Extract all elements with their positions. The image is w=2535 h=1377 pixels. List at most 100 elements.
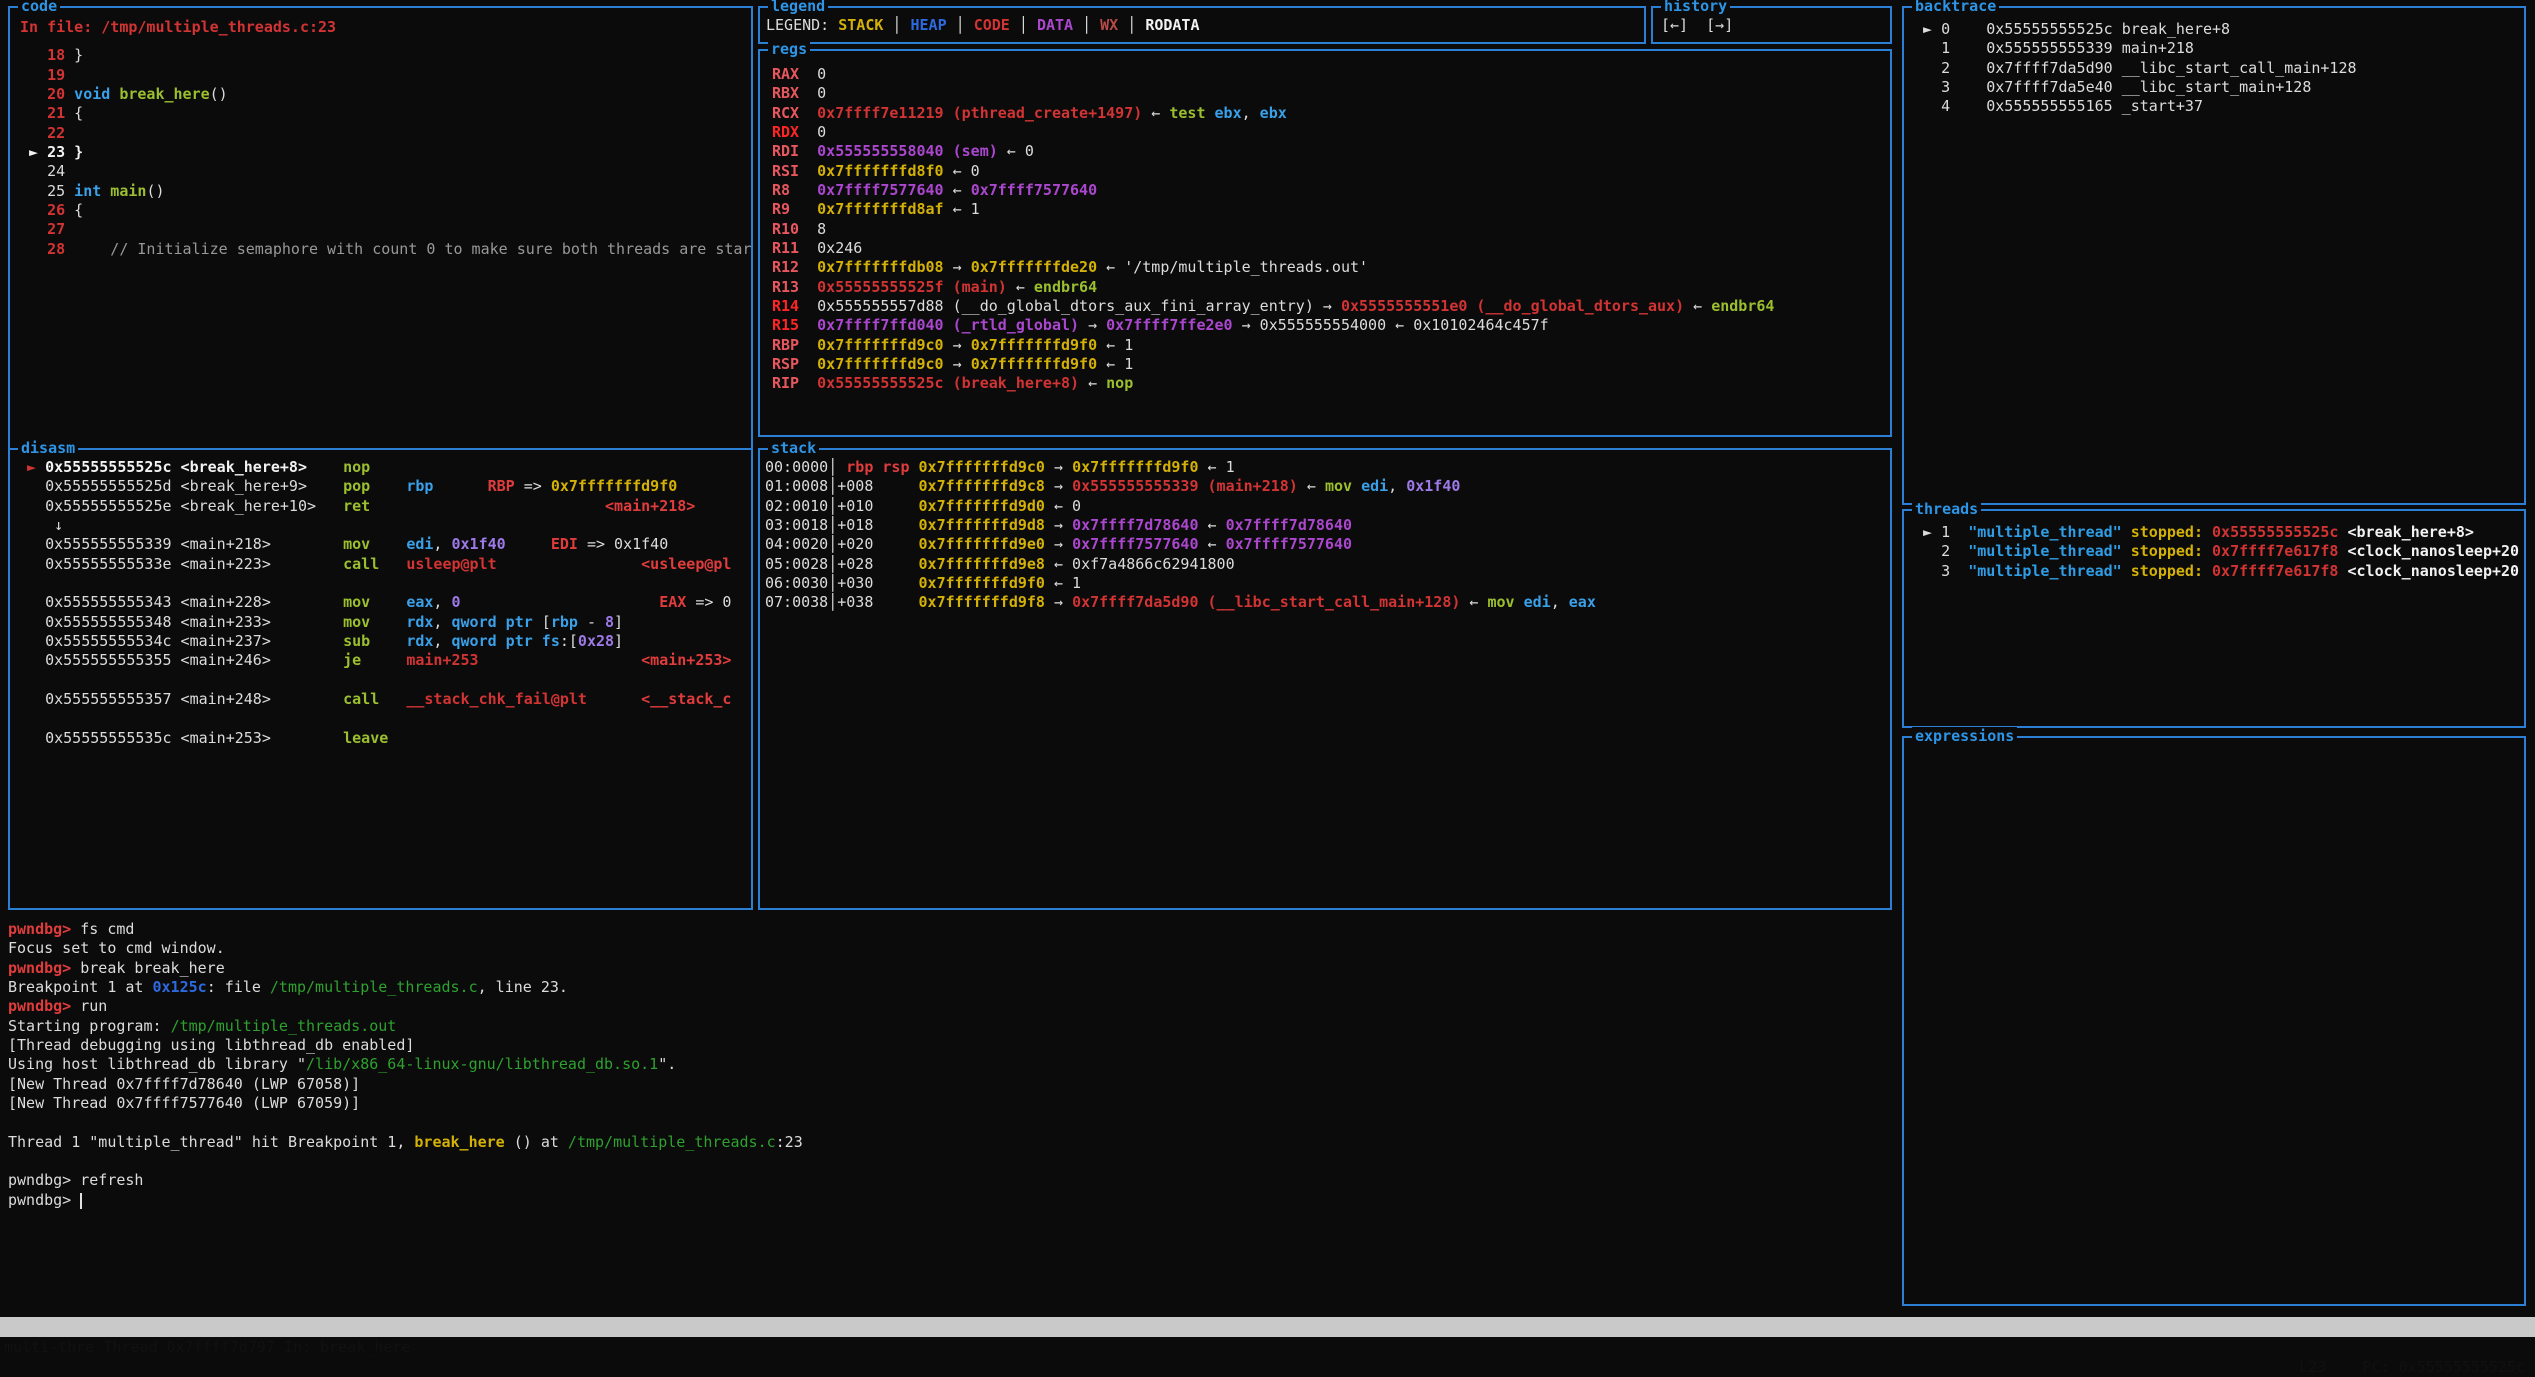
text-segment: 0x55555555525c <break_here+8> — [45, 458, 343, 476]
disassembly-line: 0x55555555525e <break_here+10> ret <main… — [18, 497, 751, 516]
expressions-content — [1904, 738, 2524, 1304]
text-segment: 0x55555555525c — [2212, 523, 2338, 541]
register-row: R13 0x55555555525f (main) ← endbr64 — [772, 278, 1890, 297]
text-segment: () — [210, 85, 228, 103]
text-segment: RBP — [488, 477, 515, 495]
register-row: R10 8 — [772, 220, 1890, 239]
text-segment: , — [433, 593, 451, 611]
text-segment: ← — [1199, 516, 1226, 534]
text-segment: RCX — [772, 104, 817, 122]
text-segment: ← — [1079, 374, 1106, 392]
text-segment: 0x55555555534c <main+237> — [18, 632, 343, 650]
text-segment: R14 — [772, 297, 817, 315]
text-segment: 19 — [20, 66, 65, 84]
text-segment: mov — [1487, 593, 1514, 611]
text-segment — [1352, 477, 1361, 495]
disassembly-line — [18, 709, 751, 728]
text-segment: 0x28 — [578, 632, 614, 650]
register-row: RAX 0 — [772, 65, 1890, 84]
terminal-output[interactable]: pwndbg> fs cmdFocus set to cmd window.pw… — [8, 920, 1888, 1215]
text-segment: 0 — [451, 593, 460, 611]
text-segment: pwndbg> refresh — [8, 1171, 143, 1189]
text-segment: 0x7fffffffd9f0 — [1072, 458, 1198, 476]
status-bar-left-text: multi-thre Thread 0x7ffff7d797 In: break… — [4, 1337, 410, 1357]
backtrace-frame-row: 2 0x7ffff7da5d90 __libc_start_call_main+… — [1914, 59, 2524, 78]
text-segment: 2 0x7ffff7da5d90 __libc_start_call_main+… — [1914, 59, 2357, 77]
text-segment: 28 — [20, 240, 65, 258]
disassembly-panel: disasm ► 0x55555555525c <break_here+8> n… — [8, 448, 753, 910]
text-segment: 0x7fffffffd9f8 — [919, 593, 1045, 611]
text-segment: 0x7ffff7d78640 — [1226, 516, 1352, 534]
text-segment: 0x555555555343 <main+228> — [18, 593, 343, 611]
text-segment: │ — [883, 16, 910, 34]
text-segment: ← — [944, 181, 971, 199]
text-segment: R12 — [772, 258, 817, 276]
source-file-header: In file: /tmp/multiple_threads.c:23 — [20, 18, 751, 37]
terminal-line — [8, 1152, 1888, 1171]
text-segment: break_here — [110, 85, 209, 103]
text-segment: () — [146, 182, 164, 200]
text-segment: HEAP — [911, 16, 947, 34]
text-segment: R13 — [772, 278, 817, 296]
registers-panel: regs RAX 0RBX 0RCX 0x7ffff7e11219 (pthre… — [758, 49, 1892, 437]
text-segment: rbp — [406, 477, 433, 495]
text-segment: run — [80, 997, 107, 1015]
text-segment: │ — [828, 458, 846, 476]
legend-line: LEGEND: STACK │ HEAP │ CODE │ DATA │ WX … — [766, 16, 1644, 35]
text-segment: [New Thread 0x7ffff7577640 (LWP 67059)] — [8, 1094, 360, 1112]
text-segment: - — [578, 613, 605, 631]
text-segment: call — [343, 690, 406, 708]
text-segment: 0x55555555535c <main+253> — [18, 729, 343, 747]
text-segment: <__stack_c — [641, 690, 731, 708]
register-row: RBX 0 — [772, 84, 1890, 103]
registers-content: RAX 0RBX 0RCX 0x7ffff7e11219 (pthread_cr… — [760, 51, 1890, 435]
text-segment: RIP — [772, 374, 817, 392]
text-segment: "multiple_thread" — [1968, 523, 2122, 541]
text-segment — [587, 690, 641, 708]
text-segment: 26 — [20, 201, 65, 219]
text-segment — [2122, 542, 2131, 560]
text-segment: ← 1 — [944, 200, 980, 218]
text-segment: → — [1045, 458, 1072, 476]
text-segment: endbr64 — [1034, 278, 1097, 296]
text-segment: → — [1045, 477, 1072, 495]
disassembly-line — [18, 671, 751, 690]
text-segment: ← 0 — [1045, 497, 1081, 515]
text-segment: → 0x555555554000 ← 0x10102464c457f — [1233, 316, 1549, 334]
text-segment: mov — [343, 613, 406, 631]
text-segment: __stack_chk_fail@plt — [406, 690, 587, 708]
source-lines: 18 } 19 20 void break_here() 21 { 22 ► 2… — [20, 46, 751, 259]
source-line: 21 { — [20, 104, 751, 123]
text-segment — [370, 497, 605, 515]
text-segment: 27 — [20, 220, 65, 238]
text-segment: stopped: — [2131, 562, 2203, 580]
text-segment: call — [343, 555, 406, 573]
history-back-button[interactable]: [←] — [1661, 16, 1688, 34]
backtrace-frame-row: 1 0x555555555339 main+218 — [1914, 39, 2524, 58]
text-segment: usleep@plt — [406, 555, 496, 573]
text-segment: STACK — [838, 16, 883, 34]
disassembly-line: 0x55555555534c <main+237> sub rdx, qword… — [18, 632, 751, 651]
source-line: 18 } — [20, 46, 751, 65]
text-segment: qword ptr — [451, 632, 532, 650]
text-segment — [433, 477, 487, 495]
text-segment: /tmp/multiple_threads.out — [171, 1017, 397, 1035]
text-segment: ← 1 — [1199, 458, 1235, 476]
register-row: RDI 0x555555558040 (sem) ← 0 — [772, 142, 1890, 161]
text-segment: R10 — [772, 220, 817, 238]
register-row: R9 0x7fffffffd8af ← 1 — [772, 200, 1890, 219]
text-segment: ← 1 — [1097, 336, 1133, 354]
text-segment — [2122, 562, 2131, 580]
source-line: 28 // Initialize semaphore with count 0 … — [20, 240, 751, 259]
text-segment: "multiple_thread" — [1968, 542, 2122, 560]
disassembly-line: 0x55555555535c <main+253> leave — [18, 729, 751, 748]
terminal-line: [Thread debugging using libthread_db ena… — [8, 1036, 1888, 1055]
text-segment: edi — [1524, 593, 1551, 611]
text-segment: edi — [1361, 477, 1388, 495]
stack-row: 01:0008│+008 0x7fffffffd9c8 → 0x55555555… — [765, 477, 1890, 496]
history-forward-button[interactable]: [→] — [1706, 16, 1733, 34]
text-segment — [479, 651, 642, 669]
text-segment: pop — [343, 477, 406, 495]
text-segment: Using host libthread_db library " — [8, 1055, 306, 1073]
text-segment: 05:0028│+028 — [765, 555, 919, 573]
